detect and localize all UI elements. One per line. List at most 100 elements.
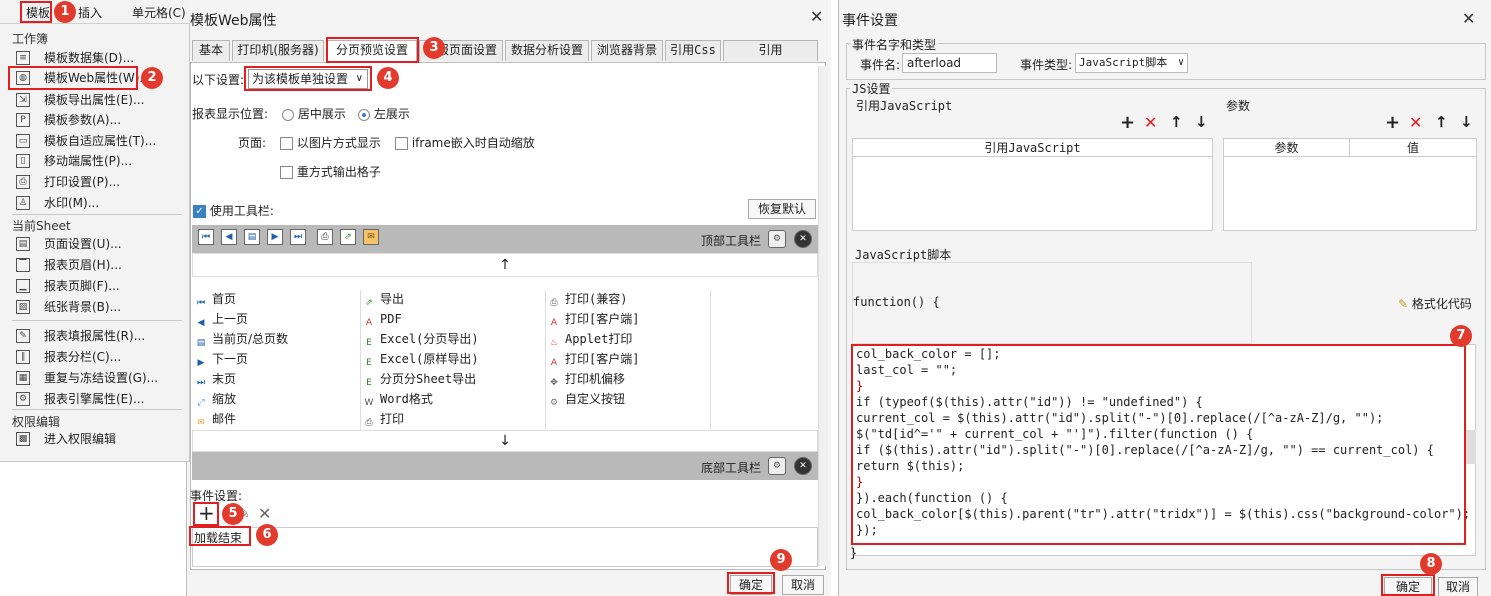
page-count-icon[interactable]: ▤ bbox=[244, 229, 260, 245]
remove-icon[interactable]: ✕ bbox=[794, 457, 812, 475]
toolbar-option[interactable]: ▶ 下一页 bbox=[194, 349, 248, 369]
toolbar-option-label: 导出 bbox=[380, 292, 405, 306]
event-name-input[interactable]: afterload bbox=[902, 53, 997, 73]
delete-event-icon[interactable]: ✕ bbox=[258, 504, 271, 523]
print-icon[interactable]: ⎙ bbox=[317, 229, 333, 245]
first-page-icon[interactable]: ⏮ bbox=[198, 229, 214, 245]
move-down-icon[interactable]: ↓ bbox=[1460, 113, 1473, 131]
tab-4[interactable]: 数据分析设置 bbox=[505, 40, 589, 61]
radio-center[interactable]: 居中展示 bbox=[282, 105, 346, 122]
dialog1-cancel-button[interactable]: 取消 bbox=[782, 575, 824, 595]
tab-0[interactable]: 基本 bbox=[192, 40, 230, 61]
stamp-icon: ♙ bbox=[16, 196, 30, 210]
menu-item[interactable]: ▯ 移动端属性(P)... bbox=[8, 151, 183, 171]
top-toolbar-label: 顶部工具栏 bbox=[701, 234, 762, 248]
toolbar-option[interactable]: A PDF bbox=[362, 309, 402, 329]
menu-item[interactable]: ▁ 报表页脚(F)... bbox=[8, 276, 183, 296]
menu-item[interactable]: ⎙ 打印设置(P)... bbox=[8, 172, 183, 192]
toolbar-option[interactable]: ⎙ 打印(兼容) bbox=[547, 289, 627, 309]
menu-item[interactable]: ♙ 水印(M)... bbox=[8, 193, 183, 213]
panel-scrollbar[interactable] bbox=[818, 66, 828, 566]
menu-item[interactable]: ⇲ 模板导出属性(E)... bbox=[8, 90, 183, 110]
toolbar-option[interactable]: ♨ Applet打印 bbox=[547, 329, 632, 349]
toolbar-option[interactable]: A 打印[客户端] bbox=[547, 309, 640, 329]
toolbar-option[interactable]: ⇗ 导出 bbox=[362, 289, 404, 309]
delete-icon[interactable]: ✕ bbox=[1409, 113, 1422, 132]
mail-icon[interactable]: ✉ bbox=[363, 229, 379, 245]
menu-item[interactable]: ▭ 模板自适应属性(T)... bbox=[8, 131, 183, 151]
checkbox-icon bbox=[280, 166, 293, 179]
event-type-select[interactable]: JavaScript脚本 ∨ bbox=[1075, 53, 1188, 73]
move-down-icon[interactable]: ↓ bbox=[1195, 113, 1208, 131]
iframe-scale-checkbox[interactable]: iframe嵌入时自动缩放 bbox=[395, 134, 535, 151]
toolbar-option[interactable]: ✉ 邮件 bbox=[194, 409, 236, 429]
move-up-icon[interactable]: ↑ bbox=[1170, 113, 1183, 131]
toolbar-option[interactable]: A 打印[客户端] bbox=[547, 349, 640, 369]
close-icon[interactable]: ✕ bbox=[1462, 9, 1475, 28]
reprint-checkbox[interactable]: 重方式输出格子 bbox=[280, 163, 381, 180]
highlight-settings-select bbox=[244, 66, 372, 91]
toolbar-option[interactable]: E Excel(分页导出) bbox=[362, 329, 478, 349]
toolbar-option[interactable]: ⤢ 缩放 bbox=[194, 389, 236, 409]
close-icon[interactable]: ✕ bbox=[810, 7, 823, 26]
dialog2-cancel-button[interactable]: 取消 bbox=[1438, 577, 1478, 596]
toolbar-option-label: 打印(兼容) bbox=[565, 292, 628, 306]
highlight-dialog2-ok bbox=[1381, 574, 1435, 596]
mobile-icon: ▯ bbox=[16, 154, 30, 168]
tab-6[interactable]: 引用Css bbox=[665, 40, 721, 61]
menu-insert[interactable]: 插入 bbox=[78, 4, 102, 21]
toolbar-option[interactable]: E Excel(原样导出) bbox=[362, 349, 478, 369]
menu-item-label: 纸张背景(B)... bbox=[44, 300, 122, 314]
step-badge-5: 5 bbox=[222, 503, 244, 525]
toolbar-option[interactable]: ⎙ 打印 bbox=[362, 409, 404, 429]
toolbar-option[interactable]: ⏮ 首页 bbox=[194, 289, 236, 309]
toolbar-option[interactable]: ▤ 当前页/总页数 bbox=[194, 329, 288, 349]
tab-1[interactable]: 打印机(服务器) bbox=[232, 40, 324, 61]
image-mode-checkbox[interactable]: 以图片方式显示 bbox=[280, 134, 381, 151]
restore-default-button[interactable]: 恢复默认 bbox=[748, 199, 816, 219]
print-icon: ⎙ bbox=[365, 418, 373, 428]
use-toolbar-checkbox[interactable]: ✓ 使用工具栏: bbox=[193, 202, 274, 219]
event-type-value: JavaScript脚本 bbox=[1079, 56, 1168, 69]
menu-item[interactable]: ▔ 报表页眉(H)... bbox=[8, 255, 183, 275]
menu-item[interactable]: ≡ 模板数据集(D)... bbox=[8, 48, 183, 68]
toolbar-option[interactable]: ✥ 打印机偏移 bbox=[547, 369, 625, 389]
toolbar-option[interactable]: ⚙ 自定义按钮 bbox=[547, 389, 625, 409]
step-badge-8: 8 bbox=[1420, 553, 1442, 575]
menu-item[interactable]: ✎ 报表填报属性(R)... bbox=[8, 326, 183, 346]
move-down-arrow[interactable]: ↓ bbox=[192, 430, 818, 452]
toolbar-option[interactable]: E 分页分Sheet导出 bbox=[362, 369, 476, 389]
menu-item[interactable]: ▦ 重复与冻结设置(G)... bbox=[8, 368, 183, 388]
tab-7[interactable]: 引用JavaScript bbox=[723, 40, 818, 76]
permission-icon: ▩ bbox=[16, 432, 30, 446]
move-up-icon[interactable]: ↑ bbox=[1435, 113, 1448, 131]
tab-5[interactable]: 浏览器背景 bbox=[591, 40, 663, 61]
highlight-add-event bbox=[193, 502, 219, 526]
code-scrollbar-thumb[interactable] bbox=[1466, 430, 1476, 464]
export-icon[interactable]: ⇗ bbox=[340, 229, 356, 245]
toolbar-option[interactable]: ⏭ 末页 bbox=[194, 369, 236, 389]
menu-item[interactable]: ⚙ 报表引擎属性(E)... bbox=[8, 389, 183, 409]
remove-icon[interactable]: ✕ bbox=[794, 230, 812, 248]
menu-cell[interactable]: 单元格(C) bbox=[132, 4, 186, 21]
prev-page-icon[interactable]: ◀ bbox=[221, 229, 237, 245]
menu-item[interactable]: ∥ 报表分栏(C)... bbox=[8, 347, 183, 367]
format-code-button[interactable]: ✎ 格式化代码 bbox=[1398, 295, 1472, 312]
gear-icon[interactable]: ⚙ bbox=[768, 230, 786, 248]
radio-left[interactable]: 左展示 bbox=[358, 105, 410, 122]
add-icon[interactable]: + bbox=[1385, 112, 1400, 133]
move-up-arrow[interactable]: ↑ bbox=[192, 253, 818, 277]
menu-item[interactable]: P 模板参数(A)... bbox=[8, 110, 183, 130]
toolbar-option[interactable]: W Word格式 bbox=[362, 389, 433, 409]
gear-icon[interactable]: ⚙ bbox=[768, 457, 786, 475]
menu-item[interactable]: ▨ 纸张背景(B)... bbox=[8, 297, 183, 317]
delete-icon[interactable]: ✕ bbox=[1144, 113, 1157, 132]
next-page-icon[interactable]: ▶ bbox=[267, 229, 283, 245]
printer-icon: ⎙ bbox=[16, 175, 30, 189]
add-icon[interactable]: + bbox=[1120, 112, 1135, 133]
use-toolbar-label: 使用工具栏: bbox=[209, 204, 274, 218]
menu-item[interactable]: ▩ 进入权限编辑 bbox=[8, 429, 183, 449]
toolbar-option[interactable]: ◀ 上一页 bbox=[194, 309, 248, 329]
last-page-icon[interactable]: ⏭ bbox=[290, 229, 306, 245]
menu-item[interactable]: ▤ 页面设置(U)... bbox=[8, 234, 183, 254]
